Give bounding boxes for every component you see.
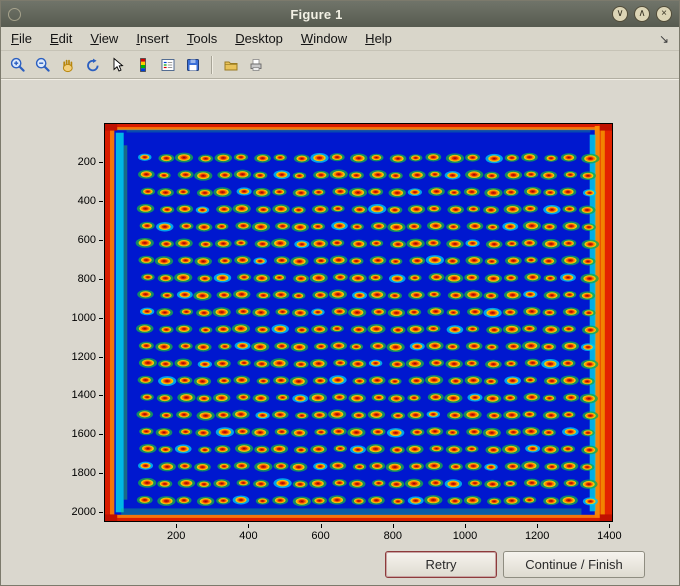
window-title: Figure 1: [290, 6, 343, 22]
y-tick-mark: [99, 278, 103, 280]
menu-insert[interactable]: Insert: [136, 31, 169, 46]
plot-axes: [104, 123, 613, 522]
x-tick-mark: [392, 524, 394, 528]
y-tick-label: 1800: [71, 467, 96, 480]
x-tick-label: 1400: [597, 530, 622, 542]
x-tick-mark: [537, 524, 539, 528]
window-controls: ∨ ∧ ×: [612, 6, 672, 22]
y-tick-label: 2000: [71, 506, 96, 519]
toolbar: [1, 51, 679, 79]
y-tick-label: 1000: [71, 311, 96, 324]
menu-edit[interactable]: Edit: [50, 31, 72, 46]
plot-image[interactable]: [105, 124, 612, 521]
titlebar: Figure 1 ∨ ∧ ×: [1, 1, 679, 27]
y-tick-mark: [99, 473, 103, 475]
insert-colorbar-icon[interactable]: [132, 54, 154, 76]
y-tick-mark: [99, 512, 103, 514]
insert-legend-icon[interactable]: [157, 54, 179, 76]
rotate-3d-icon[interactable]: [82, 54, 104, 76]
x-tick-mark: [609, 524, 611, 528]
x-tick-label: 200: [167, 530, 186, 542]
y-tick-mark: [99, 317, 103, 319]
close-button[interactable]: ×: [656, 6, 672, 22]
maximize-button[interactable]: ∧: [634, 6, 650, 22]
toolbar-separator: [211, 55, 213, 74]
save-icon[interactable]: [182, 54, 204, 76]
minimize-button[interactable]: ∨: [612, 6, 628, 22]
dock-figure-icon[interactable]: ↘: [659, 32, 669, 46]
y-tick-label: 1600: [71, 428, 96, 441]
figure-canvas: Retry Continue / Finish 200 400 600 800 1000…: [1, 79, 679, 585]
y-tick-mark: [99, 239, 103, 241]
retry-button[interactable]: Retry: [385, 551, 497, 578]
menu-items: File Edit View Insert Tools Desktop Window Help: [11, 31, 410, 46]
menubar: File Edit View Insert Tools Desktop Window Help…: [1, 27, 679, 51]
figure-window: Figure 1 ∨ ∧ × File Edit View Insert Tools Desk…: [0, 0, 680, 586]
menu-window[interactable]: Window: [301, 31, 347, 46]
y-tick-mark: [99, 356, 103, 358]
menu-help[interactable]: Help: [365, 31, 392, 46]
x-tick-label: 800: [383, 530, 402, 542]
y-tick-mark: [99, 434, 103, 436]
data-cursor-icon[interactable]: [107, 54, 129, 76]
window-menu-icon[interactable]: [8, 7, 21, 21]
y-tick-label: 1400: [71, 389, 96, 402]
x-tick-mark: [320, 524, 322, 528]
x-tick-label: 400: [239, 530, 258, 542]
zoom-out-icon[interactable]: [32, 54, 54, 76]
menu-tools[interactable]: Tools: [187, 31, 217, 46]
x-tick-label: 1000: [452, 530, 478, 542]
y-tick-mark: [99, 161, 103, 163]
x-tick-label: 1200: [524, 530, 550, 542]
zoom-in-icon[interactable]: [7, 54, 29, 76]
pan-icon[interactable]: [57, 54, 79, 76]
print-icon[interactable]: [245, 54, 267, 76]
y-tick-mark: [99, 395, 103, 397]
y-tick-mark: [99, 200, 103, 202]
y-tick-label: 600: [77, 233, 96, 246]
x-tick-label: 600: [311, 530, 330, 542]
y-tick-label: 200: [77, 155, 96, 168]
open-folder-icon[interactable]: [220, 54, 242, 76]
x-tick-mark: [464, 524, 466, 528]
menu-desktop[interactable]: Desktop: [235, 31, 283, 46]
y-tick-label: 400: [77, 194, 96, 207]
menu-view[interactable]: View: [90, 31, 118, 46]
x-tick-mark: [248, 524, 250, 528]
continue-finish-button[interactable]: Continue / Finish: [503, 551, 645, 578]
y-tick-label: 800: [77, 272, 96, 285]
y-tick-label: 1200: [71, 350, 96, 363]
x-tick-mark: [176, 524, 178, 528]
menu-file[interactable]: File: [11, 31, 32, 46]
